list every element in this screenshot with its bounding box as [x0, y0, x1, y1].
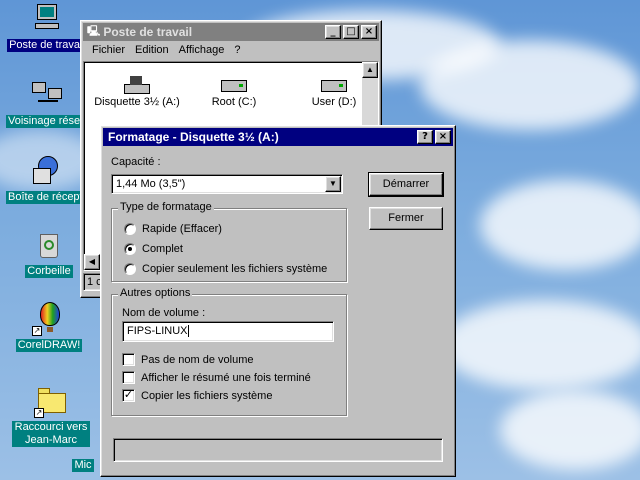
checkbox-label: Afficher le résumé une fois terminé [141, 371, 311, 384]
radio-button[interactable] [124, 263, 136, 275]
radio-label: Complet [142, 243, 183, 255]
chevron-down-icon[interactable]: ▼ [325, 176, 341, 192]
checkbox[interactable]: ✓ [122, 389, 135, 402]
volume-label: Nom de volume : [122, 307, 206, 319]
hard-drive-icon [219, 76, 249, 96]
desktop-icon-network[interactable]: Voisinage réseau [4, 78, 90, 131]
format-dialog: Formatage - Disquette 3½ (A:) ? × Capaci… [100, 125, 456, 477]
explorer-title: Poste de travail [103, 25, 193, 39]
desktop-icon-label: Corbeille [25, 265, 73, 278]
scrollbar-up-button[interactable]: ▲ [362, 62, 378, 78]
checkbox-label: Copier les fichiers système [141, 389, 273, 402]
maximize-button[interactable]: □ [343, 25, 359, 39]
volume-name-input[interactable]: FIPS-LINUX [122, 321, 334, 342]
close-dialog-button[interactable]: Fermer [369, 207, 443, 230]
shortcut-arrow-icon: ↗ [32, 326, 42, 336]
coreldraw-icon: ↗ [32, 302, 66, 336]
minimize-button[interactable]: _ [325, 25, 341, 39]
format-type-legend: Type de formatage [118, 201, 214, 213]
network-icon [30, 78, 64, 112]
other-options-group: Autres options Nom de volume : FIPS-LINU… [111, 287, 347, 416]
shortcut-arrow-icon: ↗ [34, 408, 44, 418]
desktop-icon-inbox[interactable]: Boîte de réception [4, 154, 90, 207]
desktop-icon-label: Boîte de réception [6, 191, 88, 204]
help-button[interactable]: ? [417, 130, 433, 144]
floppy-drive-icon [122, 76, 152, 96]
desktop-icon-label: CorelDRAW! [15, 339, 83, 352]
hard-drive-icon [319, 76, 349, 96]
dialog-titlebar[interactable]: Formatage - Disquette 3½ (A:) ? × [103, 128, 453, 146]
inbox-icon [30, 154, 64, 188]
drive-label: Root (C:) [211, 96, 257, 108]
menu-help[interactable]: ? [229, 44, 245, 56]
drive-item-c[interactable]: Root (C:) [194, 76, 274, 108]
computer-icon: 🖳 [87, 25, 101, 37]
checkbox[interactable] [122, 353, 135, 366]
desktop-icon-label: Mic [72, 459, 94, 472]
radio-system-only[interactable]: Copier seulement les fichiers système [124, 263, 327, 275]
volume-value: FIPS-LINUX [127, 325, 188, 337]
computer-icon [30, 2, 64, 36]
desktop-icon-label: Poste de travail [7, 39, 87, 52]
checkbox-no-label[interactable]: Pas de nom de volume [122, 353, 254, 366]
radio-label: Rapide (Effacer) [142, 223, 222, 235]
radio-button[interactable] [124, 223, 136, 235]
recycle-bin-icon [32, 228, 66, 262]
close-button[interactable]: × [435, 130, 451, 144]
scrollbar-left-button[interactable]: ◀ [84, 254, 100, 270]
capacity-select[interactable]: 1,44 Mo (3,5") ▼ [111, 174, 343, 194]
checkbox[interactable] [122, 371, 135, 384]
checkbox-label: Pas de nom de volume [141, 353, 254, 366]
dialog-title: Formatage - Disquette 3½ (A:) [108, 130, 279, 144]
checkbox-show-summary[interactable]: Afficher le résumé une fois terminé [122, 371, 311, 384]
desktop-icon-label: Voisinage réseau [6, 115, 88, 128]
drive-label: Disquette 3½ (A:) [94, 96, 180, 108]
radio-label: Copier seulement les fichiers système [142, 263, 328, 275]
start-button[interactable]: Démarrer [368, 172, 444, 197]
other-options-legend: Autres options [118, 287, 193, 299]
radio-full[interactable]: Complet [124, 243, 183, 255]
drive-item-a[interactable]: Disquette 3½ (A:) [92, 76, 182, 108]
format-type-group: Type de formatage Rapide (Effacer) Compl… [111, 201, 347, 282]
format-progress-bar [113, 438, 443, 462]
explorer-menubar: Fichier Edition Affichage ? [83, 41, 379, 59]
folder-icon: ↗ [34, 384, 68, 418]
capacity-value: 1,44 Mo (3,5") [116, 178, 186, 190]
desktop-icon-folder-shortcut[interactable]: ↗ Raccourci vers Jean-Marc [8, 384, 94, 450]
menu-affichage[interactable]: Affichage [174, 44, 230, 56]
checkbox-copy-system[interactable]: ✓ Copier les fichiers système [122, 389, 272, 402]
desktop-icon-computer[interactable]: Poste de travail [4, 2, 90, 55]
menu-fichier[interactable]: Fichier [87, 44, 130, 56]
partial-icon [66, 442, 100, 456]
radio-button[interactable] [124, 243, 136, 255]
capacity-label: Capacité : [111, 156, 161, 168]
explorer-titlebar[interactable]: 🖳 Poste de travail _ □ × [83, 23, 379, 41]
close-button[interactable]: × [361, 25, 377, 39]
text-cursor [187, 325, 189, 338]
menu-edition[interactable]: Edition [130, 44, 174, 56]
desktop-icon-coreldraw[interactable]: ↗ CorelDRAW! [6, 302, 92, 355]
radio-quick[interactable]: Rapide (Effacer) [124, 223, 222, 235]
